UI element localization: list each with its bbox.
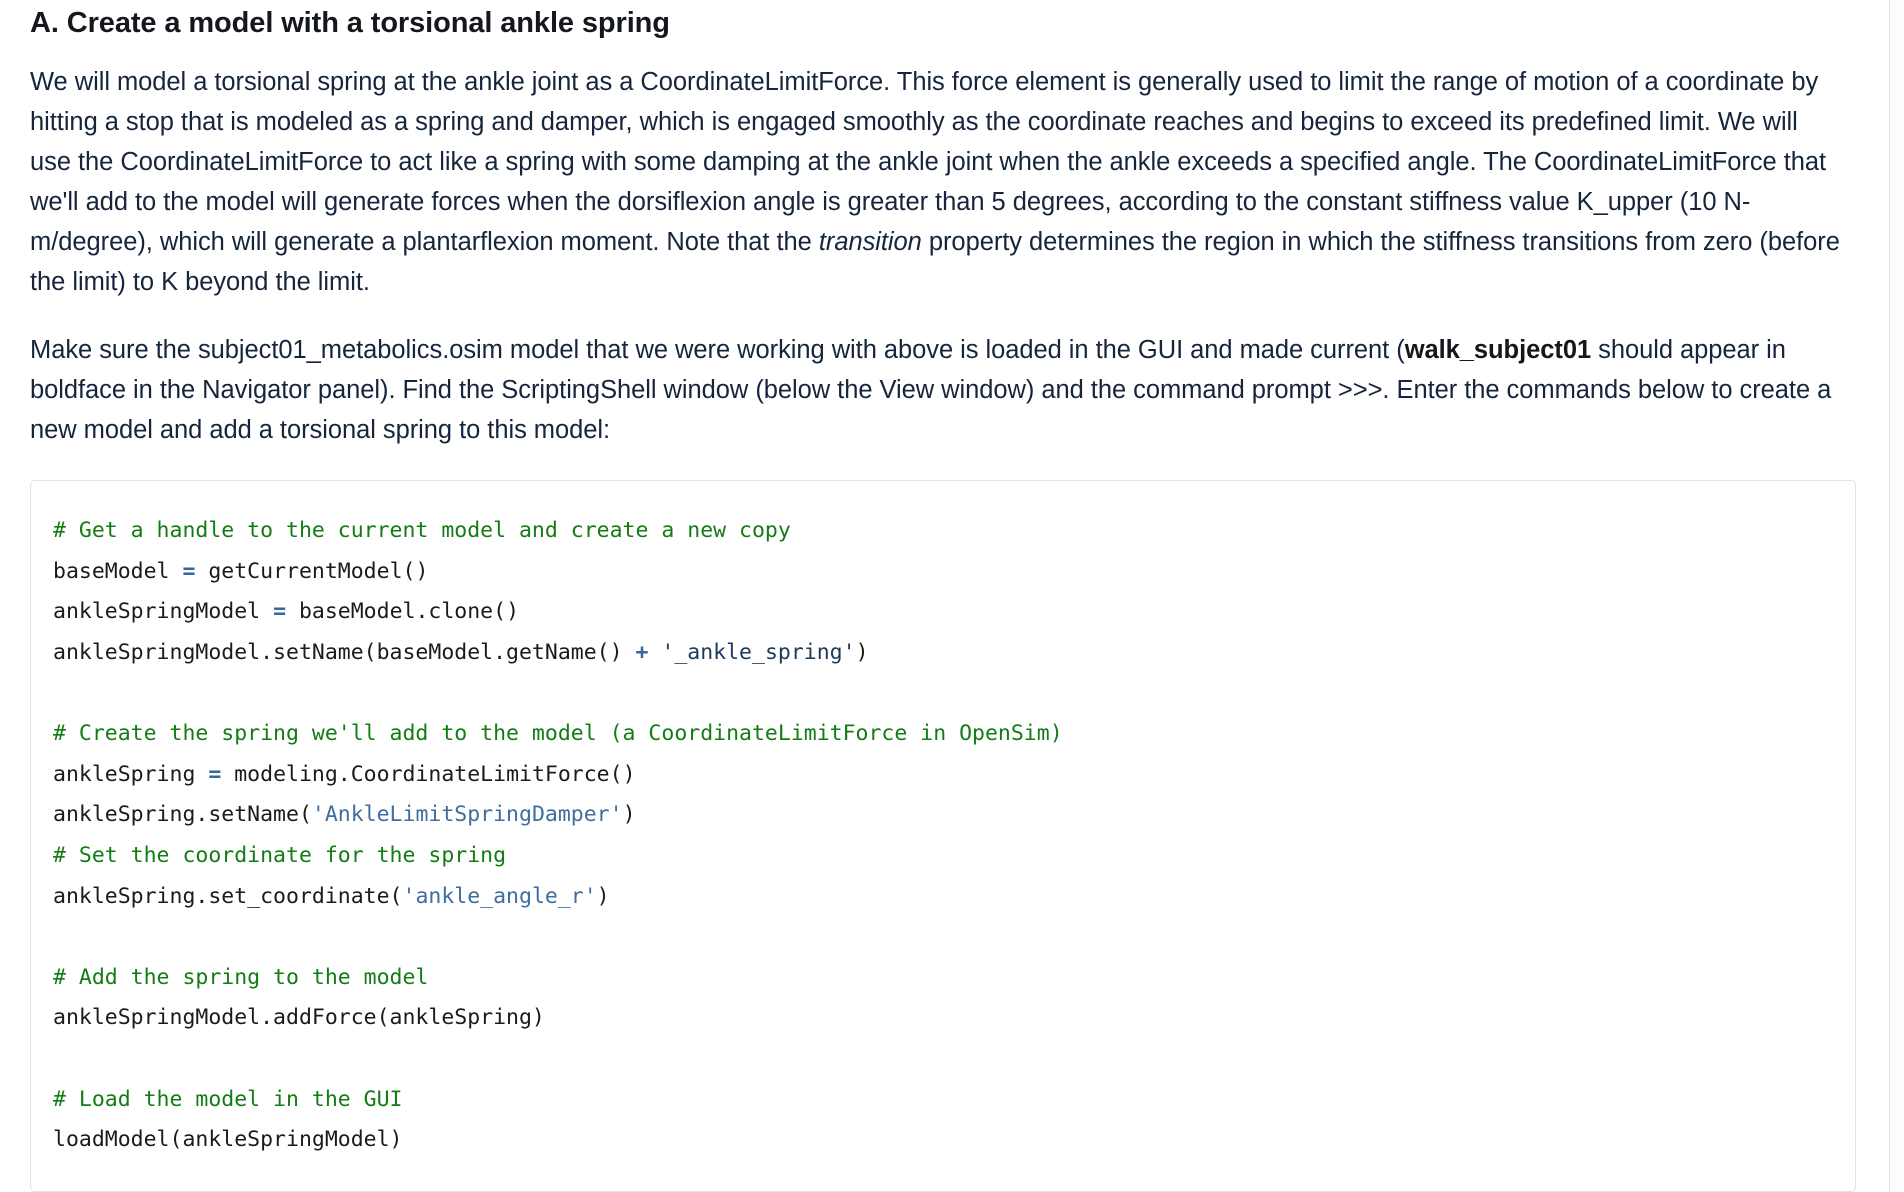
code-token-plain: modeling.CoordinateLimitForce()	[221, 761, 636, 787]
code-token-str-dark: '_ankle_spring'	[661, 640, 856, 666]
code-token-plain: )	[855, 640, 869, 666]
code-token-op: =	[182, 558, 196, 584]
documentation-page: A. Create a model with a torsional ankle…	[0, 0, 1904, 1192]
bold-term-walk-subject01: walk_subject01	[1404, 336, 1592, 365]
code-token-plain: getCurrentModel()	[195, 558, 429, 584]
code-token-plain: baseModel.clone()	[286, 599, 520, 625]
page-title: A. Create a model with a torsional ankle…	[30, 7, 670, 39]
code-token-plain: )	[596, 883, 610, 909]
paragraph-intro: We will model a torsional spring at the …	[30, 62, 1840, 302]
code-token-op: +	[635, 640, 649, 666]
right-edge-divider	[1889, 0, 1890, 1192]
paragraph-instructions-text-before-bold: Make sure the subject01_metabolics.osim …	[30, 336, 1405, 365]
code-token-plain: ankleSpringModel.addForce(ankleSpring)	[53, 1005, 545, 1031]
code-token-comment: # Add the spring to the model	[53, 964, 429, 990]
code-token-op: =	[208, 761, 222, 787]
code-token-plain: ankleSpring	[53, 761, 209, 787]
code-token-plain: baseModel	[53, 558, 183, 584]
code-block[interactable]: # Get a handle to the current model and …	[30, 480, 1856, 1192]
code-token-comment: # Set the coordinate for the spring	[53, 843, 507, 868]
paragraph-instructions: Make sure the subject01_metabolics.osim …	[30, 330, 1840, 450]
code-token-plain: loadModel(ankleSpringModel)	[53, 1127, 403, 1153]
code-token-comment: # Get a handle to the current model and …	[53, 518, 791, 544]
code-token-comment: # Create the spring we'll add to the mod…	[53, 721, 1063, 747]
right-gutter	[1890, 0, 1904, 1192]
code-token-op: =	[273, 599, 287, 625]
code-token-plain: )	[622, 802, 636, 828]
code-token-str: 'ankle_angle_r'	[402, 883, 597, 909]
code-token-plain: ankleSpring.setName(	[53, 802, 312, 828]
code-token-plain: ankleSpringModel.setName(baseModel.getNa…	[53, 640, 636, 666]
code-token-comment: # Load the model in the GUI	[53, 1086, 403, 1112]
code-content: # Get a handle to the current model and …	[53, 511, 1855, 1161]
code-token-str: 'AnkleLimitSpringDamper'	[311, 802, 623, 828]
content-column: A. Create a model with a torsional ankle…	[0, 0, 1870, 1192]
code-token-plain: ankleSpringModel	[53, 599, 274, 625]
italic-term-transition: transition	[818, 228, 922, 257]
code-token-plain: ankleSpring.set_coordinate(	[53, 883, 403, 909]
